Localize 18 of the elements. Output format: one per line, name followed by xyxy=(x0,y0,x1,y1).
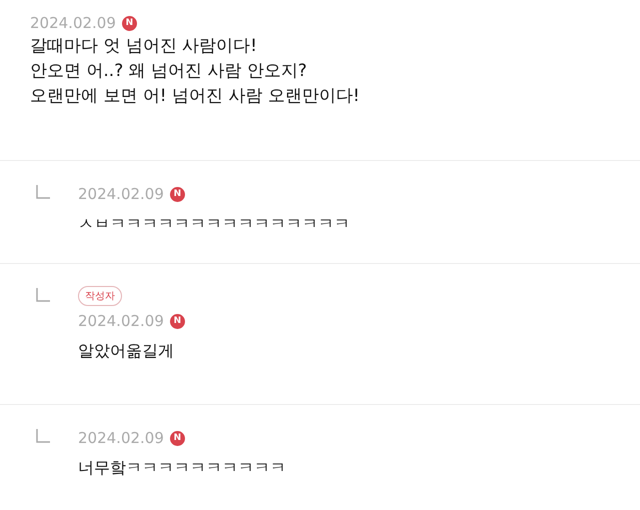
comment-text: 안오면 어..? 왜 넘어진 사람 안오지? xyxy=(30,60,308,83)
comment-date: 2024.02.09 xyxy=(78,429,164,447)
comment-text: ㅅㅂㅋㅋㅋㅋㅋㅋㅋㅋㅋㅋㅋㅋㅋㅋㅋ xyxy=(78,213,350,235)
comment-text: 너무핰ㅋㅋㅋㅋㅋㅋㅋㅋㅋㅋ xyxy=(78,457,286,479)
comment-date: 2024.02.09 xyxy=(78,312,164,330)
new-badge: N xyxy=(170,186,185,202)
comment-date: 2024.02.09 xyxy=(30,14,116,32)
new-badge: N xyxy=(122,16,137,30)
new-badge: N xyxy=(170,314,185,328)
comment-text: 오랜만에 보면 어! 넘어진 사람 오랜만이다! xyxy=(30,85,360,108)
reply-indent-icon xyxy=(36,429,50,443)
reply-indent-icon xyxy=(36,185,50,199)
new-badge: N xyxy=(170,430,185,446)
reply-indent-icon xyxy=(36,288,50,302)
author-tag: 작성자 xyxy=(78,286,122,306)
comment-text: 알았어옮길게 xyxy=(78,340,175,362)
comment-date: 2024.02.09 xyxy=(78,185,164,203)
comment-text: 갈때마다 엇 넘어진 사람이다! xyxy=(30,35,258,58)
